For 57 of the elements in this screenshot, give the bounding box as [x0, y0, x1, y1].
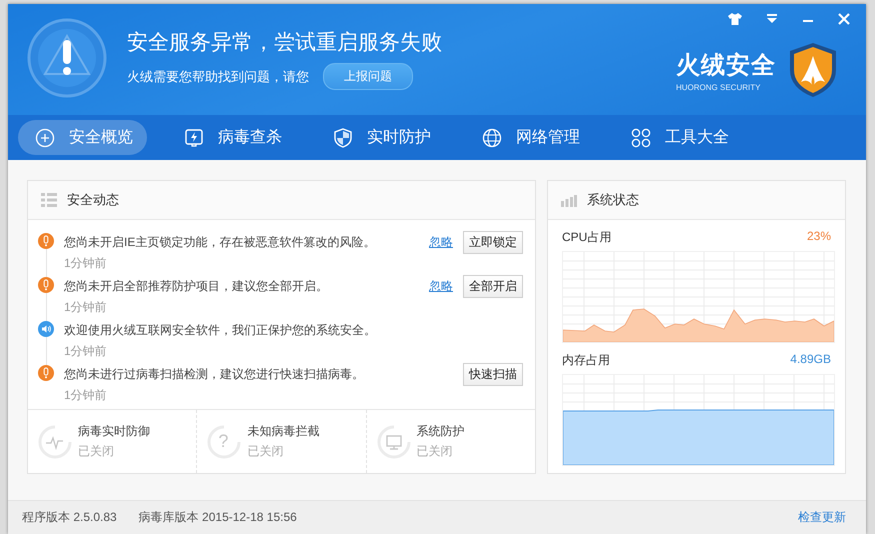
- event-message: 您尚未开启IE主页锁定功能，存在被恶意软件篡改的风险。: [64, 234, 376, 250]
- globe-icon: [482, 128, 502, 148]
- nav-tab[interactable]: 病毒查杀: [167, 120, 296, 155]
- meter-reading: 23%: [806, 229, 831, 245]
- alert-title: 安全服务异常，尝试重启服务失败: [127, 30, 442, 56]
- action-button[interactable]: 快速扫描: [463, 362, 523, 386]
- warning-dot-icon: [38, 277, 54, 293]
- shield-logo-icon: [788, 42, 838, 98]
- event-time: 1分钟前: [64, 343, 108, 360]
- nav-tab[interactable]: 网络管理: [465, 120, 594, 155]
- bar-chart-icon: [561, 193, 577, 207]
- nav-tab[interactable]: 工具大全: [614, 120, 743, 155]
- action-button[interactable]: 立即锁定: [463, 230, 523, 254]
- question-mark: ?: [218, 430, 228, 452]
- ignore-link[interactable]: 忽略: [429, 234, 453, 250]
- nav-tab[interactable]: 实时防护: [316, 120, 445, 155]
- warning-dot-icon: [38, 233, 54, 249]
- event-message: 您尚未开启全部推荐防护项目，建议您全部开启。: [64, 278, 328, 294]
- meter-label: 内存占用: [562, 352, 610, 369]
- event-time: 1分钟前: [64, 255, 108, 272]
- protection-state: 已关闭: [78, 443, 115, 460]
- ignore-link[interactable]: 忽略: [429, 278, 453, 294]
- shirt-icon[interactable]: [728, 13, 742, 25]
- brand-tagline: HUORONG SECURITY: [676, 82, 760, 92]
- speaker-dot-icon: [38, 321, 54, 337]
- lightning-icon: [184, 128, 204, 148]
- meter-reading: 4.89GB: [790, 352, 831, 368]
- close-icon[interactable]: [838, 13, 850, 25]
- report-button[interactable]: 上报问题: [323, 63, 413, 90]
- dropdown-icon[interactable]: [766, 14, 778, 24]
- protection-state: 已关闭: [247, 443, 284, 460]
- event-time: 1分钟前: [64, 299, 108, 316]
- four-circles-icon: [631, 128, 651, 148]
- protection-name: 病毒实时防御: [78, 423, 150, 440]
- update-link[interactable]: 检查更新: [798, 509, 846, 526]
- pulse-ring-icon: [38, 424, 72, 458]
- nav-tab[interactable]: 安全概览: [18, 120, 147, 155]
- protection-state: 已关闭: [416, 443, 454, 460]
- panel-title: 系统状态: [587, 191, 639, 209]
- version-text: 程序版本 2.5.0.83: [22, 509, 117, 526]
- action-button[interactable]: 全部开启: [463, 274, 523, 298]
- warning-dot-icon: [38, 365, 54, 381]
- list-icon: [41, 193, 57, 207]
- alert-message: 火绒需要您帮助找到问题，请您: [127, 68, 309, 86]
- protection-name: 系统防护: [416, 423, 465, 440]
- event-message: 您尚未进行过病毒扫描检测，建议您进行快速扫描病毒。: [64, 366, 364, 382]
- panel-title: 安全动态: [67, 191, 119, 209]
- shield-icon: [333, 128, 353, 148]
- meter-label: CPU占用: [562, 229, 612, 246]
- warning-icon: [27, 18, 107, 98]
- database-version-text: 病毒库版本 2015-12-18 15:56: [138, 509, 297, 526]
- event-time: 1分钟前: [64, 387, 108, 404]
- protection-name: 未知病毒拦截: [247, 423, 320, 440]
- monitor-ring-icon: [376, 424, 411, 458]
- plus-icon: [35, 128, 55, 148]
- event-message: 欢迎使用火绒互联网安全软件，我们正保护您的系统安全。: [64, 322, 376, 338]
- brand-name: 火绒安全: [676, 50, 776, 80]
